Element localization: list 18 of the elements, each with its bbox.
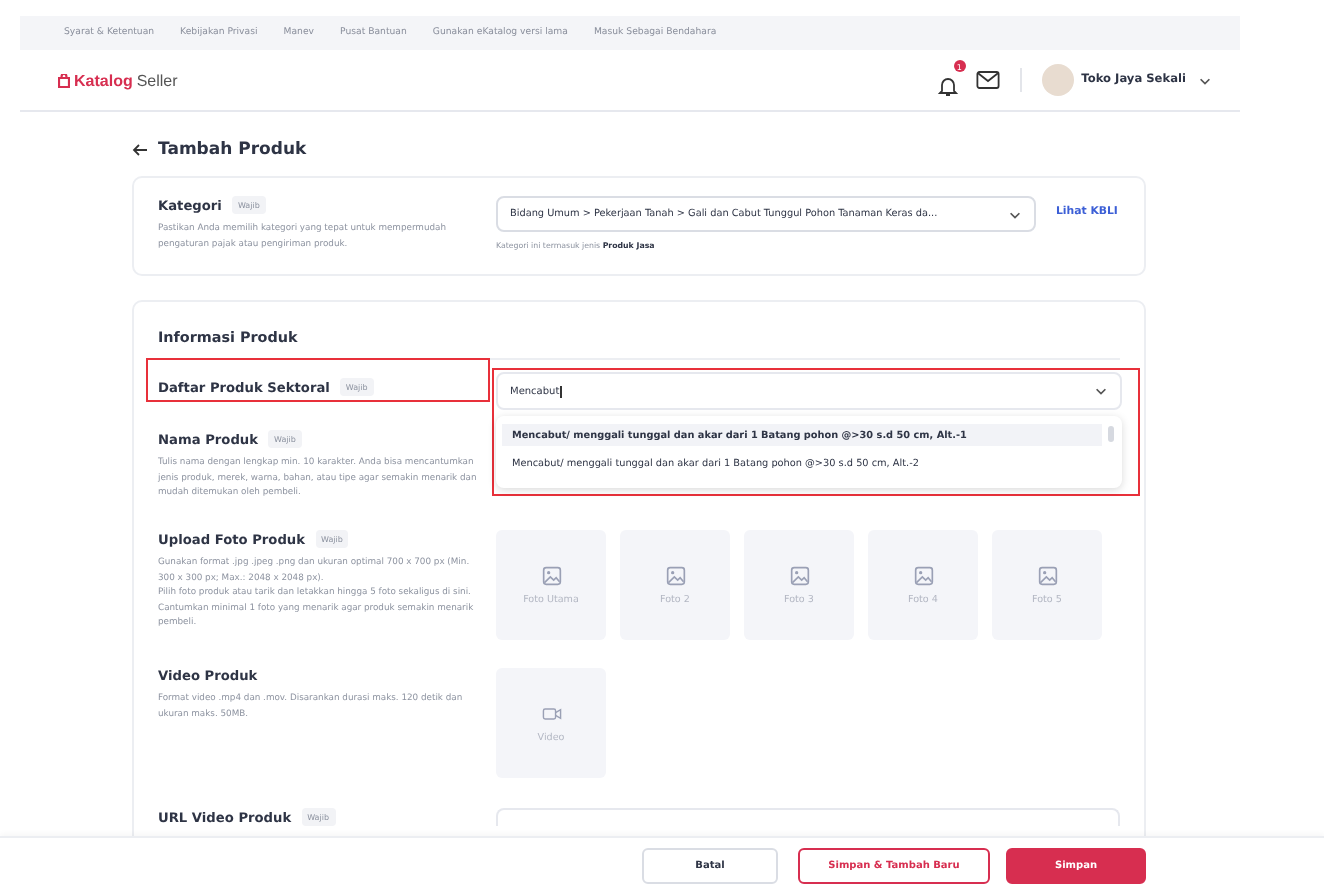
input-field[interactable] <box>496 808 1120 826</box>
logo-suffix: Seller <box>136 71 178 89</box>
chevron-down-icon <box>1198 73 1212 87</box>
bag-logo-icon <box>58 73 70 87</box>
scrollbar-thumb[interactable] <box>1108 426 1114 442</box>
image-icon <box>541 565 561 585</box>
image-icon <box>789 565 809 585</box>
chevron-down-icon <box>1008 207 1022 221</box>
image-icon <box>913 565 933 585</box>
logo-text: Katalog <box>74 71 133 89</box>
page-title: Tambah Produk <box>158 140 307 160</box>
bell-icon[interactable] <box>935 74 960 98</box>
image-icon <box>1037 565 1057 585</box>
back-arrow-icon[interactable] <box>132 144 148 156</box>
image-icon <box>665 565 685 585</box>
video-camera-icon <box>541 703 561 723</box>
chevron-down-icon <box>1094 384 1108 398</box>
mail-icon[interactable] <box>975 70 1000 90</box>
